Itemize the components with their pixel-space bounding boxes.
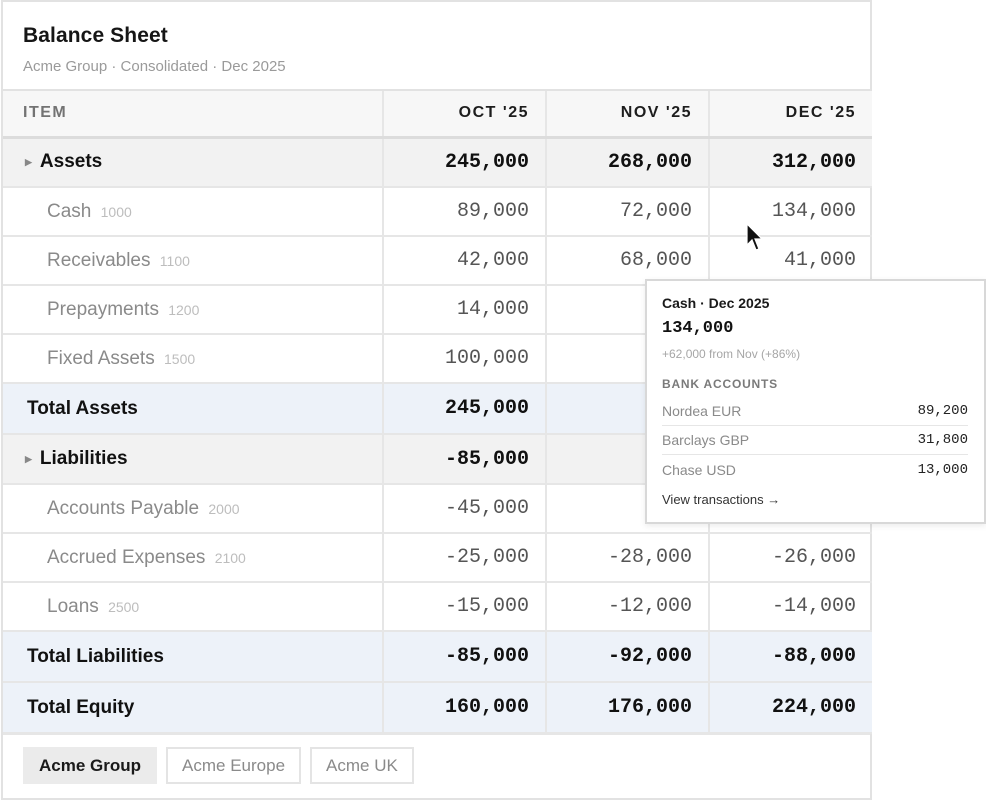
list-item: Nordea EUR 89,200 — [662, 397, 968, 426]
account-name: Nordea EUR — [662, 403, 742, 419]
tooltip-delta: +62,000 from Nov (+86%) — [662, 347, 801, 361]
tab-acme-uk[interactable]: Acme UK — [310, 747, 414, 784]
total-label: Total Liabilities — [3, 631, 384, 683]
bank-accounts-list: Nordea EUR 89,200 Barclays GBP 31,800 Ch… — [662, 397, 968, 484]
row-label: Accrued Expenses 2100 — [3, 533, 384, 583]
cash-breakdown-tooltip: Cash · Dec 2025 134,000 +62,000 from Nov… — [645, 279, 986, 524]
account-amount: 31,800 — [917, 432, 968, 448]
cell-dec[interactable]: -26,000 — [709, 533, 872, 583]
table-row-loans: Loans 2500 -15,000 -12,000 -14,000 — [3, 582, 872, 632]
table-row-cash: Cash 1000 89,000 72,000 134,000 — [3, 187, 872, 237]
group-label[interactable]: ▶ Liabilities — [3, 434, 384, 485]
tooltip-section-heading: BANK ACCOUNTS — [662, 377, 778, 391]
row-label: Receivables 1100 — [3, 236, 384, 286]
cell-nov[interactable]: 68,000 — [546, 236, 710, 286]
account-code: 2000 — [208, 500, 240, 517]
column-header-dec[interactable]: DEC '25 — [709, 91, 872, 139]
account-name: Barclays GBP — [662, 432, 750, 448]
account-name: Chase USD — [662, 461, 736, 478]
list-item: Chase USD 13,000 — [662, 455, 968, 484]
cell-nov[interactable]: 176,000 — [546, 682, 710, 734]
account-amount: 13,000 — [917, 461, 968, 478]
view-transactions-link[interactable]: View transactions → — [662, 492, 968, 507]
row-label: Cash 1000 — [3, 187, 384, 237]
tab-acme-group[interactable]: Acme Group — [23, 747, 158, 784]
cell-dec[interactable]: 134,000 — [709, 187, 872, 237]
cell-oct[interactable]: 245,000 — [383, 383, 547, 435]
row-label-text: Prepayments — [47, 298, 159, 320]
cell-oct[interactable]: 100,000 — [383, 334, 547, 384]
column-header-nov[interactable]: NOV '25 — [546, 91, 710, 139]
page-title: Balance Sheet — [23, 24, 168, 47]
row-label-text: Accrued Expenses — [47, 546, 206, 568]
total-row-equity: Total Equity 160,000 176,000 224,000 — [3, 682, 872, 734]
entity-tabs: Acme Group Acme Europe Acme UK — [3, 734, 870, 797]
list-item: Barclays GBP 31,800 — [662, 426, 968, 455]
cell-dec[interactable]: -14,000 — [709, 582, 872, 632]
cell-oct[interactable]: 14,000 — [383, 285, 547, 335]
pointer-cursor-icon — [746, 223, 764, 251]
cell-oct[interactable]: -45,000 — [383, 484, 547, 534]
cell-oct[interactable]: -25,000 — [383, 533, 547, 583]
cell-oct[interactable]: -85,000 — [383, 631, 547, 683]
cell-dec[interactable]: 41,000 — [709, 236, 872, 286]
caret-right-icon[interactable]: ▶ — [25, 157, 32, 167]
cell-dec[interactable]: 312,000 — [709, 137, 872, 188]
account-code: 1500 — [164, 350, 196, 367]
account-code: 2100 — [214, 549, 246, 566]
tooltip-title: Cash · Dec 2025 — [662, 295, 770, 311]
table-row-receivables: Receivables 1100 42,000 68,000 41,000 — [3, 236, 872, 286]
group-label-text: Liabilities — [39, 448, 128, 469]
cell-dec[interactable]: 224,000 — [709, 682, 872, 734]
column-header-oct[interactable]: OCT '25 — [383, 91, 547, 139]
row-label: Fixed Assets 1500 — [3, 334, 384, 384]
row-label-text: Cash — [47, 200, 92, 222]
account-amount: 89,200 — [917, 403, 968, 419]
cell-nov[interactable]: -28,000 — [546, 533, 710, 583]
total-label: Total Assets — [3, 383, 384, 435]
cell-dec[interactable]: -88,000 — [709, 631, 872, 683]
cell-nov[interactable]: 72,000 — [546, 187, 710, 237]
row-label-text: Receivables — [47, 249, 151, 271]
total-row-liabilities: Total Liabilities -85,000 -92,000 -88,00… — [3, 631, 872, 683]
cell-oct[interactable]: 245,000 — [383, 137, 547, 188]
tab-acme-europe[interactable]: Acme Europe — [166, 747, 302, 784]
row-label: Prepayments 1200 — [3, 285, 384, 335]
cell-nov[interactable]: -92,000 — [546, 631, 710, 683]
row-label-text: Accounts Payable — [47, 497, 200, 519]
table-header-row: ITEM OCT '25 NOV '25 DEC '25 — [3, 91, 872, 139]
tooltip-value: 134,000 — [662, 319, 734, 338]
group-label[interactable]: ▶ Assets — [3, 137, 384, 188]
row-label: Loans 2500 — [3, 582, 384, 632]
cell-oct[interactable]: 42,000 — [383, 236, 547, 286]
group-row-assets[interactable]: ▶ Assets 245,000 268,000 312,000 — [3, 137, 872, 188]
cell-nov[interactable]: -12,000 — [546, 582, 710, 632]
row-label: Accounts Payable 2000 — [3, 484, 384, 534]
account-code: 1100 — [159, 252, 190, 269]
account-code: 1000 — [100, 203, 132, 220]
row-label-text: Fixed Assets — [47, 347, 155, 369]
row-label-text: Loans — [47, 595, 99, 617]
cell-oct[interactable]: -85,000 — [383, 434, 547, 485]
account-code: 1200 — [168, 301, 200, 318]
table-row-accrued-expenses: Accrued Expenses 2100 -25,000 -28,000 -2… — [3, 533, 872, 583]
cell-oct[interactable]: 160,000 — [383, 682, 547, 734]
cell-oct[interactable]: 89,000 — [383, 187, 547, 237]
panel-header: Balance Sheet Acme Group · Consolidated … — [3, 2, 870, 91]
cell-oct[interactable]: -15,000 — [383, 582, 547, 632]
page-subtitle: Acme Group · Consolidated · Dec 2025 — [23, 58, 286, 75]
account-code: 2500 — [108, 598, 140, 615]
group-label-text: Assets — [39, 151, 103, 173]
cell-nov[interactable]: 268,000 — [546, 137, 710, 188]
total-label: Total Equity — [3, 682, 384, 734]
column-header-item[interactable]: ITEM — [3, 91, 384, 139]
caret-right-icon[interactable]: ▶ — [25, 454, 32, 464]
